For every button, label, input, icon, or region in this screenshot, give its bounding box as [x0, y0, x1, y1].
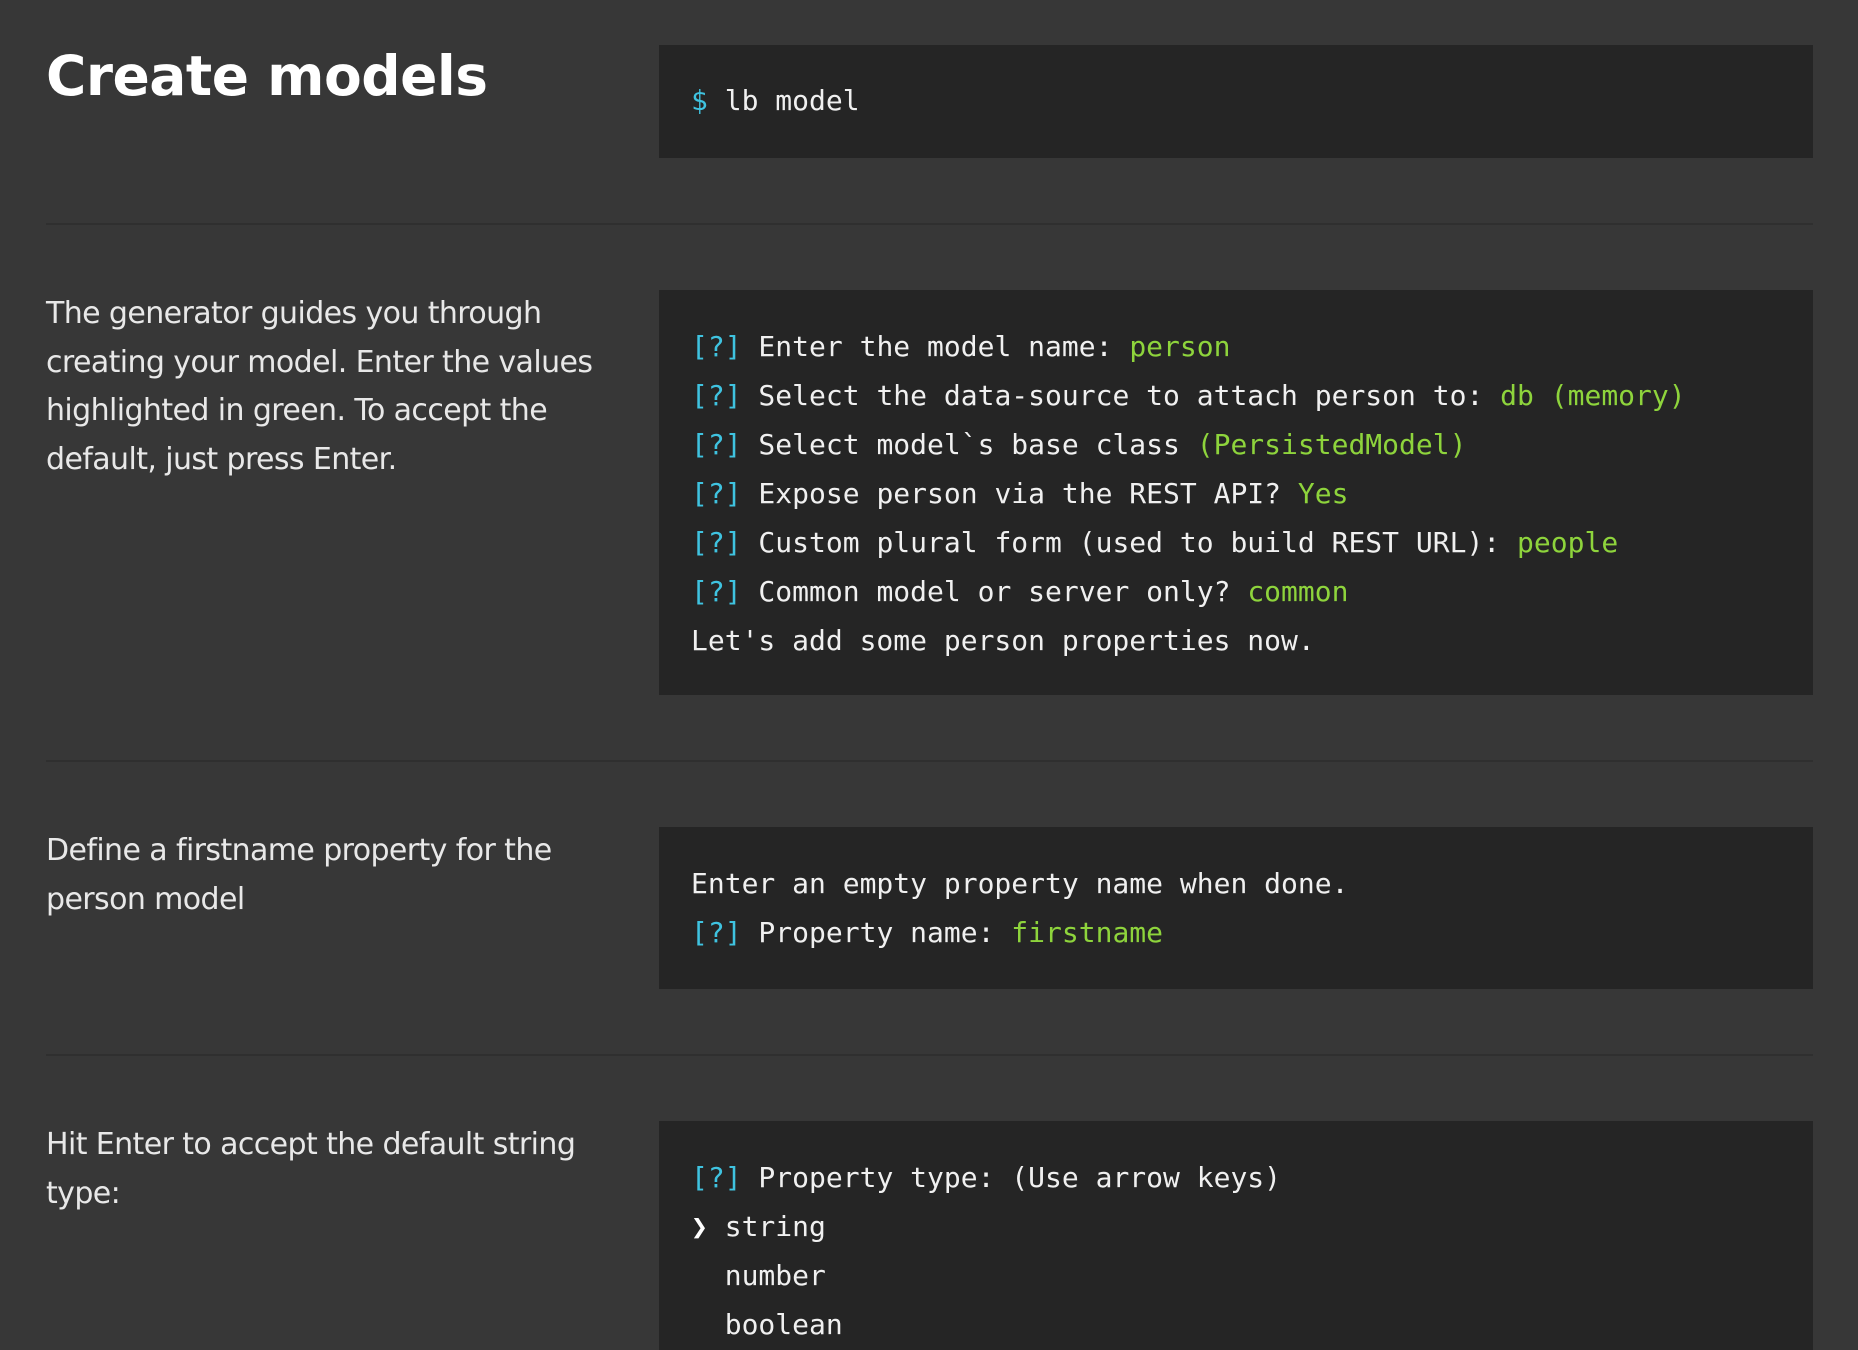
command-terminal: $ lb model — [659, 45, 1813, 158]
description-line: type: — [46, 1175, 121, 1211]
option-number[interactable]: number — [691, 1251, 1813, 1300]
terminal-line: Let's add some person properties now. — [691, 624, 1315, 657]
property-type-description: Hit Enter to accept the default string t… — [46, 1121, 606, 1218]
generator-terminal: [?] Enter the model name: person [?] Sel… — [659, 290, 1813, 695]
divider — [46, 223, 1813, 225]
option-string[interactable]: ❯ string — [691, 1202, 1813, 1251]
firstname-description: Define a firstname property for the pers… — [46, 827, 606, 924]
selection-pointer-icon: ❯ — [691, 1210, 708, 1243]
option-boolean[interactable]: boolean — [691, 1300, 1813, 1349]
terminal-line: Enter an empty property name when done. — [691, 867, 1349, 900]
shell-prompt: $ — [691, 84, 708, 117]
terminal-line: [?] Property type: (Use arrow keys) — [691, 1161, 1282, 1194]
terminal-line: [?] Enter the model name: person — [691, 330, 1231, 363]
description-line: The generator guides you through — [46, 296, 542, 331]
terminal-line: [?] Expose person via the REST API? Yes — [691, 477, 1349, 510]
generator-description: The generator guides you through creatin… — [46, 290, 606, 484]
command-text: lb model — [724, 84, 860, 117]
description-line: creating your model. Enter the values — [46, 344, 593, 380]
command-line: $ lb model — [691, 76, 1813, 125]
firstname-terminal: Enter an empty property name when done. … — [659, 827, 1813, 989]
page-title: Create models — [46, 44, 488, 108]
terminal-line: [?] Common model or server only? common — [691, 575, 1349, 608]
terminal-line: [?] Property name: firstname — [691, 916, 1164, 949]
terminal-line: [?] Select model`s base class (Persisted… — [691, 428, 1467, 461]
description-line: person model — [46, 881, 245, 917]
description-line: default, just press Enter. — [46, 441, 397, 477]
divider — [46, 1054, 1813, 1056]
description-line: Hit Enter to accept the default string — [46, 1127, 576, 1162]
description-line: highlighted in green. To accept the — [46, 393, 548, 428]
terminal-line: [?] Custom plural form (used to build RE… — [691, 526, 1619, 559]
divider — [46, 760, 1813, 762]
property-type-terminal: [?] Property type: (Use arrow keys) ❯ st… — [659, 1121, 1813, 1350]
description-line: Define a firstname property for the — [46, 833, 552, 868]
terminal-line: [?] Select the data-source to attach per… — [691, 379, 1686, 412]
